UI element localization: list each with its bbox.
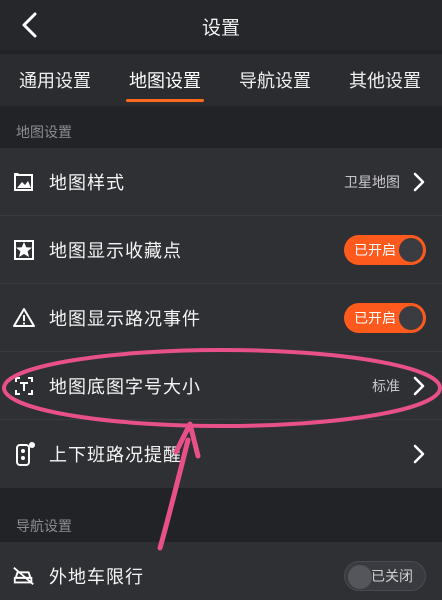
toggle-label: 已关闭 (371, 569, 413, 585)
toggle-knob (399, 305, 423, 330)
section-label-map: 地图设置 (16, 125, 72, 141)
tab-other[interactable]: 其他设置 (330, 54, 440, 106)
traffic-light-icon (12, 442, 36, 466)
tab-general[interactable]: 通用设置 (0, 54, 110, 106)
favorites-toggle[interactable]: 已开启 (344, 234, 426, 265)
row-label: 地图显示路况事件 (49, 308, 201, 330)
warning-icon (12, 306, 36, 330)
row-map-style[interactable]: 地图样式 卫星地图 (0, 148, 442, 216)
tab-map[interactable]: 地图设置 (110, 54, 220, 106)
section-label-nav: 导航设置 (16, 519, 72, 535)
row-value: 标准 (372, 378, 400, 395)
top-bar: 设置 (0, 0, 442, 50)
map-style-icon (12, 170, 36, 194)
nav-settings-group: 外地车限行 已关闭 (0, 542, 442, 600)
tab-bar: 通用设置 地图设置 导航设置 其他设置 (0, 54, 442, 106)
chevron-right-icon (413, 444, 425, 464)
map-settings-group: 地图样式 卫星地图 地图显示收藏点 已开启 地图显示路况事件 已开启 地图底图字… (0, 148, 442, 488)
row-commute-reminder[interactable]: 上下班路况提醒 (0, 420, 442, 488)
toggle-knob (399, 237, 423, 262)
font-size-icon (12, 374, 36, 398)
row-label: 地图显示收藏点 (49, 240, 182, 262)
tab-navigation[interactable]: 导航设置 (220, 54, 330, 106)
star-icon (12, 238, 36, 262)
row-nonlocal-car-restriction: 外地车限行 已关闭 (0, 542, 442, 600)
car-restriction-icon (12, 564, 36, 588)
car-restriction-toggle[interactable]: 已关闭 (344, 561, 426, 591)
row-show-favorites: 地图显示收藏点 已开启 (0, 216, 442, 284)
row-label: 地图底图字号大小 (49, 376, 201, 398)
toggle-label: 已开启 (354, 242, 396, 259)
row-label: 上下班路况提醒 (49, 445, 182, 466)
toggle-label: 已开启 (354, 310, 396, 327)
chevron-right-icon (413, 172, 425, 191)
row-show-traffic-events: 地图显示路况事件 已开启 (0, 284, 442, 352)
row-label: 外地车限行 (49, 567, 144, 588)
row-label: 地图样式 (49, 172, 125, 194)
page-title: 设置 (201, 17, 240, 39)
row-base-map-font-size[interactable]: 地图底图字号大小 标准 (0, 352, 442, 420)
toggle-knob (348, 565, 372, 589)
row-value: 卫星地图 (344, 174, 400, 191)
chevron-right-icon (413, 376, 425, 395)
traffic-events-toggle[interactable]: 已开启 (344, 302, 426, 333)
